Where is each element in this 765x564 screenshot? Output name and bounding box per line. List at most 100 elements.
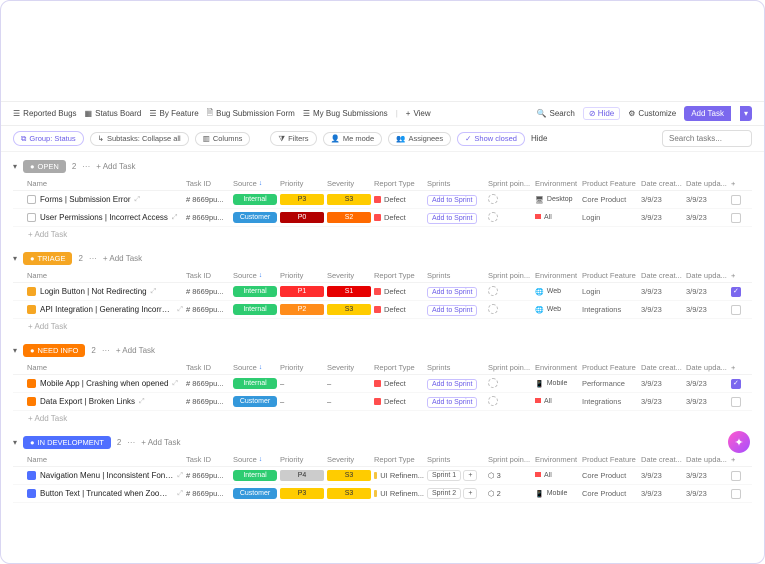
column-header[interactable]: Source ↓ (233, 271, 277, 280)
environment[interactable]: All (535, 472, 579, 479)
column-header[interactable]: Date upda... (686, 271, 728, 280)
sprint-tag[interactable]: Sprint 1 (427, 470, 461, 481)
group-more[interactable]: ··· (82, 162, 90, 171)
column-header[interactable]: Sprint poin... (488, 179, 532, 188)
column-header[interactable]: Task ID (186, 363, 230, 372)
priority-tag[interactable]: P3 (280, 488, 324, 499)
columns-pill[interactable]: ▥ Columns (195, 132, 251, 146)
column-header[interactable]: Task ID (186, 179, 230, 188)
hide-button[interactable]: ⊘ Hide (583, 107, 620, 120)
hide-filters-button[interactable]: Hide (531, 134, 547, 143)
row-status-icon[interactable] (27, 305, 36, 314)
collapse-toggle[interactable]: ▾ (13, 162, 17, 171)
task-name[interactable]: Button Text | Truncated when Zoomed... (40, 489, 173, 498)
column-header[interactable]: Priority (280, 179, 324, 188)
column-header[interactable]: Priority (280, 363, 324, 372)
product-feature[interactable]: Performance (582, 379, 638, 388)
expand-icon[interactable]: ⤢ (177, 472, 183, 480)
column-header[interactable]: Date upda... (686, 179, 728, 188)
column-header[interactable]: Date creat... (641, 363, 683, 372)
expand-icon[interactable]: ⤢ (139, 398, 145, 406)
expand-icon[interactable]: ⤢ (177, 490, 183, 498)
severity-tag[interactable]: S2 (327, 212, 371, 223)
sprint-points[interactable]: ⬡ 3 (488, 471, 532, 480)
table-row[interactable]: Navigation Menu | Inconsistent Font Si..… (13, 467, 752, 485)
row-checkbox[interactable] (731, 305, 741, 315)
column-header[interactable]: Date upda... (686, 363, 728, 372)
group-add-task[interactable]: + Add Task (103, 254, 142, 263)
column-header[interactable]: Product Feature (582, 455, 638, 464)
source-tag[interactable]: Internal (233, 470, 277, 481)
severity-tag[interactable]: S3 (327, 470, 371, 481)
add-task-dropdown[interactable]: ▾ (740, 106, 752, 121)
sprint-points-empty[interactable] (488, 396, 498, 406)
sprint-add-button[interactable]: + (463, 488, 477, 499)
assignees-pill[interactable]: 👥 Assignees (388, 132, 451, 146)
task-name[interactable]: Login Button | Not Redirecting (40, 287, 147, 296)
column-header[interactable]: Sprint poin... (488, 363, 532, 372)
collapse-toggle[interactable]: ▾ (13, 346, 17, 355)
environment[interactable]: 🖥 Desktop (535, 196, 579, 204)
row-checkbox[interactable] (731, 471, 741, 481)
column-header[interactable]: Environment (535, 363, 579, 372)
column-header[interactable]: Source ↓ (233, 179, 277, 188)
table-row[interactable]: Forms | Submission Error⤢# 8669pu...Inte… (13, 191, 752, 209)
column-header[interactable]: Date creat... (641, 455, 683, 464)
group-status-pill[interactable]: ⧉ Group: Status (13, 131, 84, 146)
priority-tag[interactable]: P3 (280, 194, 324, 205)
group-more[interactable]: ··· (102, 346, 110, 355)
report-type[interactable]: Defect (374, 305, 424, 314)
column-header[interactable]: Report Type (374, 271, 424, 280)
product-feature[interactable]: Integrations (582, 305, 638, 314)
view-by-feature[interactable]: ☰ By Feature (149, 109, 198, 118)
row-status-icon[interactable] (27, 213, 36, 222)
severity-tag[interactable]: – (327, 397, 371, 406)
column-header[interactable]: Report Type (374, 455, 424, 464)
add-column[interactable]: + (731, 455, 743, 464)
group-add-task[interactable]: + Add Task (116, 346, 155, 355)
table-row[interactable]: API Integration | Generating Incorrect .… (13, 301, 752, 319)
subtasks-pill[interactable]: ↳ Subtasks: Collapse all (90, 132, 189, 146)
add-to-sprint-button[interactable]: Add to Sprint (427, 305, 477, 316)
report-type[interactable]: Defect (374, 287, 424, 296)
column-header[interactable]: Report Type (374, 363, 424, 372)
priority-tag[interactable]: – (280, 379, 324, 388)
sprint-points-empty[interactable] (488, 194, 498, 204)
priority-tag[interactable]: P4 (280, 470, 324, 481)
column-header[interactable]: Report Type (374, 179, 424, 188)
new-task-row[interactable]: + Add Task (13, 411, 752, 428)
column-header[interactable]: Severity (327, 363, 371, 372)
add-to-sprint-button[interactable]: Add to Sprint (427, 195, 477, 206)
source-tag[interactable]: Customer (233, 488, 277, 499)
add-to-sprint-button[interactable]: Add to Sprint (427, 397, 477, 408)
add-to-sprint-button[interactable]: Add to Sprint (427, 213, 477, 224)
status-badge[interactable]: ●NEED INFO (23, 344, 85, 357)
group-add-task[interactable]: + Add Task (141, 438, 180, 447)
environment[interactable]: 🌐 Web (535, 288, 579, 296)
column-header[interactable]: Product Feature (582, 271, 638, 280)
group-more[interactable]: ··· (89, 254, 97, 263)
sprint-tag[interactable]: Sprint 2 (427, 488, 461, 499)
row-status-icon[interactable] (27, 287, 36, 296)
column-header[interactable]: Name (27, 179, 183, 188)
row-checkbox[interactable] (731, 195, 741, 205)
row-status-icon[interactable] (27, 379, 36, 388)
row-status-icon[interactable] (27, 471, 36, 480)
view-bug-submission-form[interactable]: 🗎 Bug Submission Form (207, 107, 295, 121)
group-add-task[interactable]: + Add Task (96, 162, 135, 171)
column-header[interactable]: Severity (327, 271, 371, 280)
expand-icon[interactable]: ⤢ (151, 288, 157, 296)
report-type[interactable]: UI Refinem... (374, 471, 424, 480)
expand-icon[interactable]: ⤢ (135, 196, 141, 204)
add-column[interactable]: + (731, 179, 743, 188)
source-tag[interactable]: Internal (233, 194, 277, 205)
row-status-icon[interactable] (27, 489, 36, 498)
product-feature[interactable]: Login (582, 287, 638, 296)
table-row[interactable]: Login Button | Not Redirecting⤢# 8669pu.… (13, 283, 752, 301)
report-type[interactable]: Defect (374, 213, 424, 222)
row-checkbox[interactable] (731, 213, 741, 223)
row-checkbox[interactable] (731, 287, 741, 297)
product-feature[interactable]: Core Product (582, 195, 638, 204)
environment[interactable]: All (535, 214, 579, 221)
priority-tag[interactable]: P1 (280, 286, 324, 297)
